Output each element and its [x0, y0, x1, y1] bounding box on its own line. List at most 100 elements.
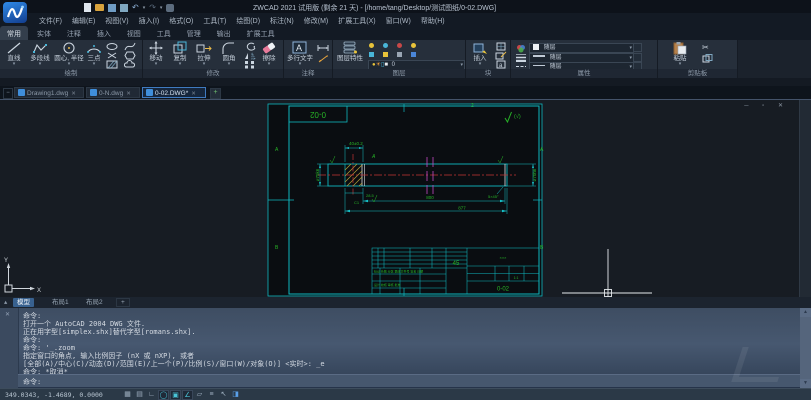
move-button[interactable]: 移动▾ — [144, 41, 168, 66]
polygon-icon[interactable] — [124, 51, 136, 60]
point-icon[interactable] — [106, 51, 118, 60]
status-toggle-workspace[interactable]: ◨ — [230, 390, 241, 400]
tab-close-icon[interactable]: ✕ — [71, 91, 76, 97]
menu-item-file[interactable]: 文件(F) — [34, 13, 67, 26]
canvas-scrollbar[interactable] — [799, 100, 811, 298]
command-input[interactable]: 命令: — [18, 374, 800, 388]
status-toggle-otrack[interactable]: ∠ — [182, 390, 193, 400]
layout-tab-layout2[interactable]: 布局2 — [82, 298, 107, 307]
menu-item-format[interactable]: 格式(O) — [164, 13, 198, 26]
status-toggle-cycle[interactable]: ↖ — [218, 390, 229, 400]
menu-item-express[interactable]: 扩展工具(X) — [333, 13, 380, 26]
ucs-icon: Y X — [4, 258, 41, 294]
collapse-ribbon-button[interactable]: − — [3, 88, 13, 99]
match-properties-button[interactable] — [633, 43, 642, 52]
edit-block-icon[interactable] — [495, 51, 507, 60]
tab-close-icon[interactable]: ✕ — [126, 91, 131, 97]
layout-tab-model[interactable]: 模型 — [13, 298, 34, 307]
doc-tab-0-n[interactable]: 0-N.dwg✕ — [86, 87, 140, 98]
layer-off-icon[interactable] — [397, 43, 409, 52]
layer-freeze-icon[interactable] — [383, 43, 395, 52]
mirror-icon[interactable] — [244, 51, 256, 60]
insert-block-button[interactable]: 插入▾ — [468, 41, 492, 66]
dimension-icon[interactable] — [317, 43, 329, 52]
copy-clip-icon[interactable] — [702, 54, 714, 63]
zwcad-logo[interactable] — [3, 2, 27, 23]
undo-caret-icon[interactable]: ▾ — [143, 6, 146, 10]
hatch-icon[interactable] — [106, 60, 118, 69]
block-attr-icon[interactable]: a — [495, 60, 507, 69]
menu-item-insert[interactable]: 插入(I) — [134, 13, 165, 26]
status-toggle-grid[interactable]: ▦ — [122, 390, 133, 400]
scroll-down-icon[interactable]: ▼ — [800, 379, 811, 388]
layout-tab-layout1[interactable]: 布局1 — [48, 298, 73, 307]
doc-tab-0-02[interactable]: 0-02.DWG*✕ — [142, 87, 206, 98]
menu-item-modify[interactable]: 修改(M) — [299, 13, 334, 26]
new-layout-button[interactable]: + — [116, 298, 130, 307]
redo-caret-icon[interactable]: ▾ — [160, 6, 163, 10]
arc-button[interactable]: 三点▾ — [84, 41, 104, 66]
menu-item-help[interactable]: 帮助(H) — [416, 13, 450, 26]
cut-icon[interactable]: ✂ — [702, 43, 714, 52]
spline-icon[interactable] — [124, 42, 136, 51]
open-folder-icon[interactable] — [95, 4, 104, 11]
layer-on-icon[interactable] — [369, 43, 381, 52]
status-toggle-snap[interactable]: ▤ — [134, 390, 145, 400]
menu-item-window[interactable]: 窗口(W) — [381, 13, 416, 26]
properties-list-button[interactable] — [633, 53, 642, 62]
mdi-minimize-icon[interactable]: ─ — [744, 103, 754, 109]
save-icon[interactable] — [108, 4, 116, 12]
save-as-icon[interactable] — [120, 4, 128, 12]
new-tab-button[interactable]: + — [210, 88, 221, 99]
undo-icon[interactable]: ↶ — [132, 3, 139, 12]
copy-button[interactable]: 复制▾ — [168, 41, 192, 66]
array-icon[interactable] — [244, 60, 256, 69]
command-scrollbar[interactable]: ▲ ▼ — [800, 308, 811, 388]
drawing-svg: A A B B 2 0-02 (√) — [0, 100, 811, 298]
group-label-modify: 修改 — [143, 69, 283, 78]
stretch-button[interactable]: 拉伸▾ — [192, 41, 216, 66]
menu-item-draw[interactable]: 绘图(D) — [231, 13, 265, 26]
mdi-restore-icon[interactable]: ▫ — [762, 103, 770, 109]
paste-button[interactable]: 粘贴▾ — [666, 41, 694, 66]
erase-button[interactable]: 擦除▾ — [257, 41, 281, 66]
menu-item-tools[interactable]: 工具(T) — [198, 13, 231, 26]
fillet-button[interactable]: 圆角▾ — [216, 41, 242, 66]
status-toggle-dyn[interactable]: ▱ — [194, 390, 205, 400]
line-button[interactable]: 直线▾ — [2, 41, 26, 66]
ellipse-icon[interactable] — [106, 42, 118, 51]
lineweight-icon[interactable] — [515, 53, 527, 62]
workspace-icon[interactable] — [166, 4, 174, 12]
mdi-close-icon[interactable]: ✕ — [778, 103, 789, 109]
doc-tab-drawing1[interactable]: Drawing1.dwg✕ — [14, 87, 84, 98]
color-dropdown[interactable]: 随层 ▾ — [529, 43, 634, 53]
rotate-icon[interactable] — [244, 42, 256, 51]
color-wheel-icon[interactable] — [515, 44, 527, 53]
svg-text:C1: C1 — [354, 200, 360, 205]
tab-close-icon[interactable]: ✕ — [191, 91, 196, 97]
status-toggle-ortho[interactable]: ∟ — [146, 390, 157, 400]
command-close-icon[interactable]: ✕ — [5, 311, 10, 318]
status-toggle-polar[interactable]: ◯ — [158, 390, 169, 400]
create-block-icon[interactable] — [495, 42, 507, 51]
menu-item-edit[interactable]: 编辑(E) — [67, 13, 100, 26]
group-label-annotate: 注释 — [284, 69, 332, 78]
revcloud-icon[interactable] — [124, 60, 136, 69]
status-toggle-lineweight[interactable]: ≡ — [206, 390, 217, 400]
new-file-icon[interactable] — [84, 3, 91, 12]
menu-item-view[interactable]: 视图(V) — [100, 13, 133, 26]
scroll-up-icon[interactable]: ▲ — [800, 308, 811, 317]
circle-button[interactable]: 圆心, 半径▾ — [54, 41, 84, 66]
command-expand-icon[interactable]: ▴ — [2, 298, 9, 307]
layer-isolate-icon[interactable] — [411, 43, 423, 52]
layer-properties-button[interactable]: 图层特性 — [334, 41, 366, 62]
svg-text:⌀75k6: ⌀75k6 — [315, 168, 320, 181]
status-toggle-osnap[interactable]: ▣ — [170, 390, 181, 400]
leader-icon[interactable] — [317, 54, 329, 63]
polyline-button[interactable]: 多段线▾ — [26, 41, 54, 66]
drawing-canvas[interactable]: A A B B 2 0-02 (√) — [0, 99, 811, 298]
lineweight-dropdown[interactable]: 随层 ▾ — [529, 53, 634, 63]
redo-icon[interactable]: ↷ — [149, 3, 156, 12]
menu-item-dimension[interactable]: 标注(N) — [265, 13, 299, 26]
mtext-button[interactable]: A 多行文字▾ — [285, 41, 315, 66]
